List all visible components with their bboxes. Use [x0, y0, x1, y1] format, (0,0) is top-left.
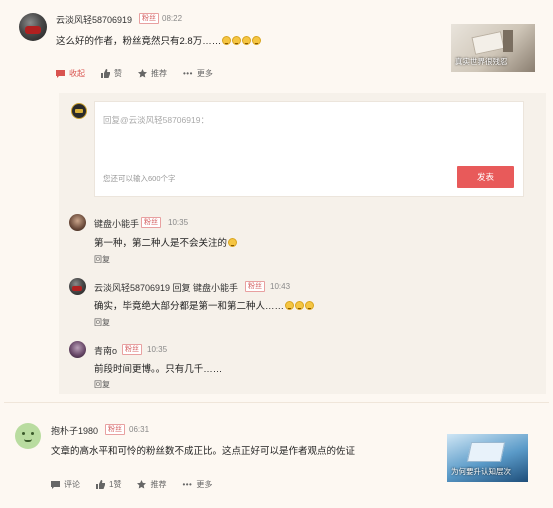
- article-thumbnail[interactable]: 为何要升认知层次: [447, 434, 528, 482]
- comment-button[interactable]: 评论: [51, 479, 80, 490]
- more-dots-icon: •••: [183, 69, 193, 78]
- emoji-icon: [305, 301, 315, 310]
- recommend-label: 推荐: [150, 480, 167, 489]
- avatar[interactable]: [69, 341, 86, 358]
- username[interactable]: 云淡风轻58706919: [56, 13, 132, 26]
- fan-badge: 粉丝: [105, 424, 125, 435]
- more-dots-icon: •••: [182, 480, 193, 489]
- thumbs-up-icon: [101, 69, 110, 78]
- fan-badge: 粉丝: [139, 13, 159, 24]
- reply-text: 前段时间更博。。只有几千……: [94, 364, 223, 375]
- like-button[interactable]: 1赞: [96, 479, 121, 490]
- fan-badge: 粉丝: [122, 344, 142, 355]
- comment-text: 这么好的作者，粉丝竟然只有2.8万……: [56, 33, 262, 47]
- emoji-icon: [285, 301, 295, 310]
- reply-text: 第一种，第二种人是不会关注的: [94, 235, 238, 249]
- avatar[interactable]: [69, 278, 86, 295]
- reply-panel: 回复@云淡风轻58706919： 您还可以输入600个字 发表 键盘小能手 粉丝…: [59, 93, 546, 394]
- username[interactable]: 抱朴子1980: [51, 424, 98, 437]
- reply-text: 确实，毕竟绝大部分都是第一和第二种人……: [94, 298, 315, 312]
- like-label: 赞: [114, 69, 122, 78]
- reply-text-body: 确实，毕竟绝大部分都是第一和第二种人……: [94, 301, 285, 312]
- more-button[interactable]: ••• 更多: [182, 479, 212, 490]
- current-user-avatar: [71, 103, 87, 119]
- star-icon: [137, 480, 147, 489]
- comment-card: 云淡风轻58706919 粉丝 08:22 这么好的作者，粉丝竟然只有2.8万……: [4, 0, 549, 396]
- collapse-button[interactable]: 收起: [56, 68, 85, 79]
- username[interactable]: 键盘小能手: [94, 217, 139, 230]
- thumbs-up-icon: [96, 480, 105, 489]
- comment-text-body: 这么好的作者，粉丝竟然只有2.8万……: [56, 36, 222, 47]
- username[interactable]: 云淡风轻58706919 回复 键盘小能手: [94, 281, 238, 294]
- timestamp: 06:31: [129, 425, 150, 434]
- timestamp: 08:22: [162, 14, 183, 23]
- more-label: 更多: [196, 69, 213, 78]
- more-button[interactable]: ••• 更多: [183, 68, 213, 79]
- fan-badge: 粉丝: [245, 281, 265, 292]
- like-button[interactable]: 赞: [101, 68, 122, 79]
- comment-card: 抱朴子1980 粉丝 06:31 文章的高水平和可怜的粉丝数不成正比。这点正好可…: [4, 402, 549, 508]
- collapse-label: 收起: [69, 69, 85, 78]
- reply-button[interactable]: 回复: [94, 254, 110, 265]
- comment-bubble-icon: [56, 69, 65, 78]
- emoji-icon: [232, 36, 242, 45]
- comment-actions: 收起 赞 推荐 ••• 更多: [56, 68, 229, 79]
- emoji-icon: [252, 36, 262, 45]
- thumbnail-caption: 真实世界很残忍: [455, 57, 508, 66]
- more-label: 更多: [196, 480, 213, 489]
- comment-text: 文章的高水平和可怜的粉丝数不成正比。这点正好可以是作者观点的佐证: [51, 446, 356, 457]
- publish-button[interactable]: 发表: [457, 166, 514, 188]
- timestamp: 10:35: [147, 345, 168, 354]
- emoji-icon: [228, 238, 238, 247]
- avatar[interactable]: [15, 423, 41, 449]
- recommend-label: 推荐: [151, 69, 167, 78]
- recommend-button[interactable]: 推荐: [138, 68, 167, 79]
- like-label: 1赞: [109, 480, 122, 489]
- username[interactable]: 青南o: [94, 344, 117, 357]
- star-icon: [138, 69, 147, 78]
- avatar[interactable]: [69, 214, 86, 231]
- emoji-icon: [295, 301, 305, 310]
- reply-button[interactable]: 回复: [94, 379, 110, 390]
- comment-bubble-icon: [51, 480, 60, 489]
- reply-textarea[interactable]: 回复@云淡风轻58706919： 您还可以输入600个字 发表: [94, 101, 524, 197]
- recommend-button[interactable]: 推荐: [137, 479, 166, 490]
- emoji-icon: [222, 36, 232, 45]
- comment-label: 评论: [64, 480, 80, 489]
- article-thumbnail[interactable]: 真实世界很残忍: [451, 24, 535, 72]
- char-counter: 您还可以输入600个字: [103, 174, 176, 183]
- thumbnail-caption: 为何要升认知层次: [451, 467, 511, 476]
- emoji-icon: [242, 36, 252, 45]
- timestamp: 10:43: [270, 282, 291, 291]
- comment-actions: 评论 1赞 推荐 ••• 更多: [51, 479, 228, 490]
- timestamp: 10:35: [168, 218, 189, 227]
- reply-button[interactable]: 回复: [94, 317, 110, 328]
- fan-badge: 粉丝: [141, 217, 161, 228]
- avatar[interactable]: [19, 13, 47, 41]
- reply-placeholder: 回复@云淡风轻58706919：: [103, 115, 209, 125]
- reply-text-body: 第一种，第二种人是不会关注的: [94, 238, 228, 249]
